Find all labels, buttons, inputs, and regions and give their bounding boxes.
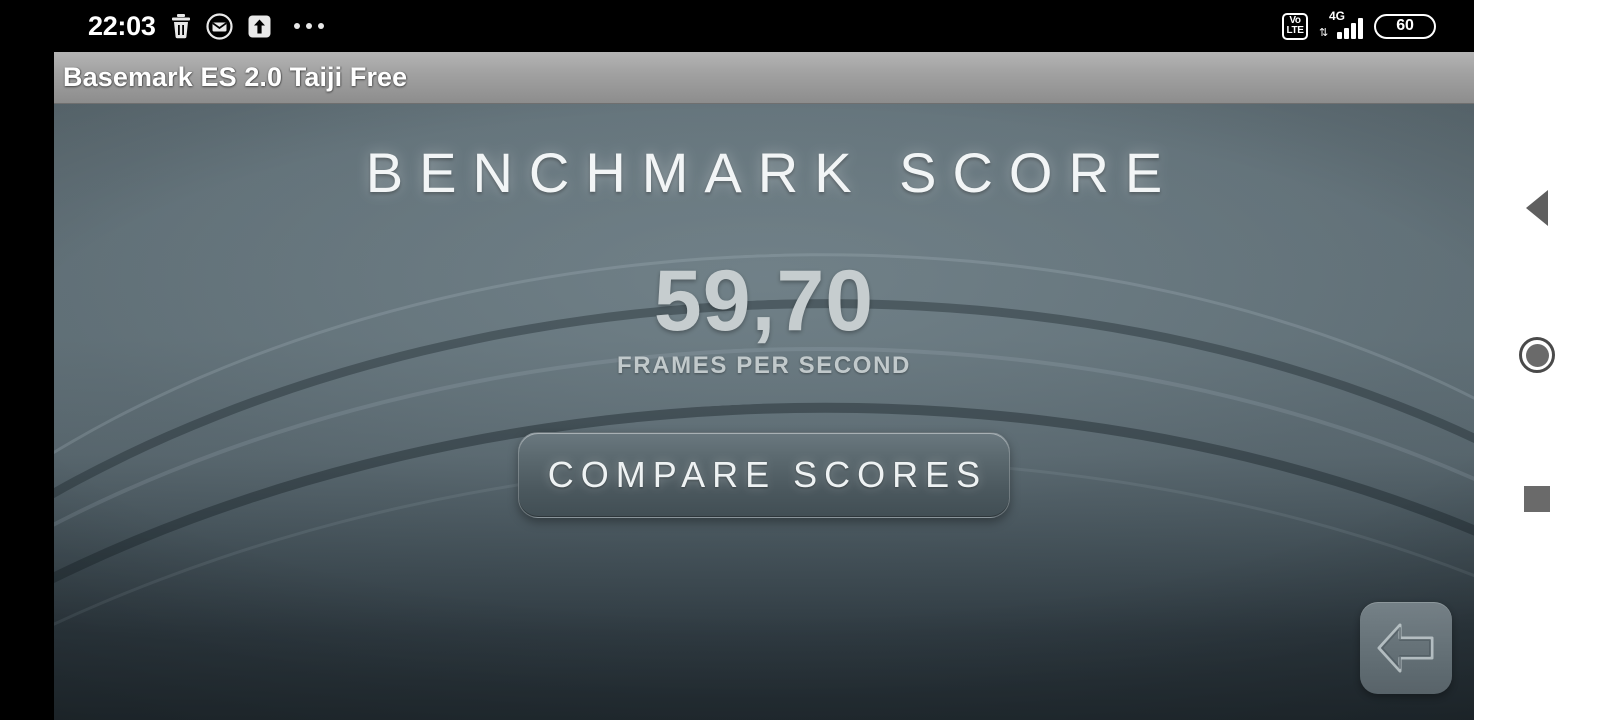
screenshot-root: 22:03 Vo LTE 4G ⇅ 60 Basemark ES 2.0 Tai… (0, 0, 1600, 720)
back-arrow-icon (1375, 621, 1437, 675)
result-stack: BENCHMARK SCORE 59,70 FRAMES PER SECOND … (54, 104, 1474, 720)
back-triangle-icon (1526, 190, 1548, 226)
app-title-bar: Basemark ES 2.0 Taiji Free (54, 52, 1474, 104)
score-unit-label: FRAMES PER SECOND (617, 352, 911, 379)
in-app-back-button[interactable] (1360, 602, 1452, 694)
battery-icon: 60 (1374, 13, 1436, 39)
battery-level-label: 60 (1396, 17, 1414, 34)
phone-viewport: 22:03 Vo LTE 4G ⇅ 60 Basemark ES 2.0 Tai… (0, 0, 1474, 720)
status-bar-clock: 22:03 (88, 10, 156, 41)
benchmark-score-heading: BENCHMARK SCORE (365, 141, 1179, 204)
compare-scores-button-label: COMPARE SCORES (547, 454, 988, 495)
app-content: BENCHMARK SCORE 59,70 FRAMES PER SECOND … (54, 104, 1474, 720)
volte-icon: Vo LTE (1282, 12, 1308, 40)
nav-back-button[interactable] (1474, 173, 1600, 243)
score-value: 59,70 (653, 253, 875, 349)
upload-icon (247, 14, 272, 39)
signal-bars-icon (1337, 18, 1363, 39)
signal-icon: 4G ⇅ (1319, 10, 1363, 41)
android-navigation-bar (1474, 0, 1600, 720)
compare-button-wrap: COMPARE SCORES (54, 432, 1474, 518)
compare-scores-button[interactable]: COMPARE SCORES (518, 432, 1010, 518)
app-title: Basemark ES 2.0 Taiji Free (63, 62, 408, 92)
nav-recents-button[interactable] (1474, 464, 1600, 534)
trash-icon (170, 13, 192, 39)
recents-square-icon (1524, 486, 1550, 512)
volte-label-lte: LTE (1286, 25, 1304, 36)
nav-home-button[interactable] (1474, 320, 1600, 390)
home-circle-icon (1519, 337, 1555, 373)
mail-icon (205, 12, 233, 40)
data-activity-icon: ⇅ (1319, 27, 1329, 39)
status-bar-right-group: Vo LTE 4G ⇅ 60 (1282, 0, 1436, 52)
more-notifications-icon (293, 23, 324, 29)
status-bar: 22:03 Vo LTE 4G ⇅ 60 (0, 0, 1474, 52)
status-bar-left-group: 22:03 (88, 0, 324, 52)
